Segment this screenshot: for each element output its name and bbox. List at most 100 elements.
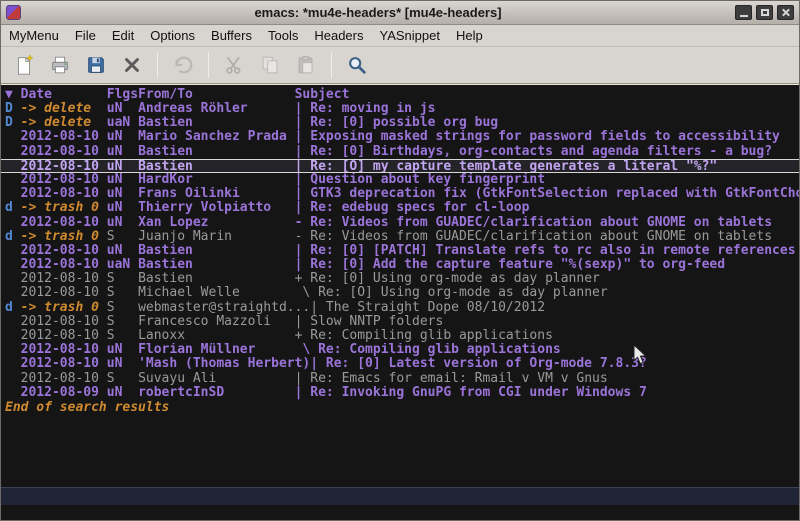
column-flags-label: Flgs [107,87,138,102]
cut-button[interactable] [219,50,249,80]
message-subject: | Question about key fingerprint [295,173,545,187]
menu-item-edit[interactable]: Edit [104,26,142,45]
message-mark: D [5,116,21,130]
message-row[interactable]: d -> trash 0 S Juanjo Marin - Re: Videos… [1,230,799,244]
message-row[interactable]: d -> trash 0 uN Thierry Volpiatto | Re: … [1,201,799,215]
message-from: Suvayu Ali [138,372,295,386]
message-row[interactable]: 2012-08-10 S Michael Welle \ Re: [O] Usi… [1,286,799,300]
new-file-icon [13,54,35,76]
close-button[interactable] [117,50,147,80]
message-row[interactable]: 2012-08-10 S Francesco Mazzoli | Slow NN… [1,315,799,329]
message-mark [5,173,21,187]
message-subject: + Re: [0] Using org-mode as day planner [295,272,600,286]
menu-item-buffers[interactable]: Buffers [203,26,260,45]
message-subject: | Re: Emacs for email: Rmail v VM v Gnus [295,372,608,386]
message-flags: S [107,230,138,244]
title-bar[interactable]: emacs: *mu4e-headers* [mu4e-headers] [1,1,799,25]
message-flags: uN [107,102,138,116]
message-row[interactable]: 2012-08-10 S Bastien + Re: [0] Using org… [1,272,799,286]
toolbar-separator [208,52,209,78]
print-button[interactable] [45,50,75,80]
message-row[interactable]: 2012-08-10 S Suvayu Ali | Re: Emacs for … [1,372,799,386]
message-row[interactable]: 2012-08-10 uN Bastien | Re: [0] Birthday… [1,145,799,159]
message-flags: uN [107,244,138,258]
message-from: webmaster@straightd... [138,301,310,315]
menu-item-help[interactable]: Help [448,26,491,45]
message-row[interactable]: 2012-08-10 uN Florian Müllner \ Re: Comp… [1,343,799,357]
message-row[interactable]: 2012-08-10 uN Mario Sanchez Prada | Expo… [1,130,799,144]
message-row[interactable]: 2012-08-10 uN Frans Oilinki | GTK3 depre… [1,187,799,201]
menu-item-tools[interactable]: Tools [260,26,306,45]
menu-item-yasnippet[interactable]: YASnippet [371,26,447,45]
message-mark [5,145,21,159]
message-date: 2012-08-10 [21,272,107,286]
message-row[interactable]: 2012-08-09 uN robertcInSD | Re: Invoking… [1,386,799,400]
window-controls [735,5,794,20]
menu-bar: MyMenuFileEditOptionsBuffersToolsHeaders… [1,25,799,47]
print-icon [49,54,71,76]
menu-item-file[interactable]: File [67,26,104,45]
maximize-icon [761,9,769,16]
message-date: 2012-08-10 [21,357,107,371]
message-from: Florian Müllner [138,343,295,357]
message-from: Bastien [138,145,295,159]
message-date: 2012-08-10 [21,329,107,343]
message-row[interactable]: 2012-08-10 S Lanoxx + Re: Compiling glib… [1,329,799,343]
message-flags: uN [107,130,138,144]
message-flags: S [107,329,138,343]
message-row[interactable]: 2012-08-10 uN Bastien | Re: [0] [PATCH] … [1,244,799,258]
message-flags: uN [107,343,138,357]
message-row[interactable]: 2012-08-10 uN HardKor | Question about k… [1,173,799,187]
message-subject: - Re: Videos from GUADEC/clarification a… [295,216,772,230]
message-flags: S [107,315,138,329]
message-from: Thierry Volpiatto [138,201,295,215]
message-row[interactable]: 2012-08-10 uaN Bastien | Re: [0] Add the… [1,258,799,272]
undo-button[interactable] [168,50,198,80]
message-mark [5,357,21,371]
message-flags: S [107,286,138,300]
message-flags: S [107,272,138,286]
message-flags: uaN [107,258,138,272]
save-button[interactable] [81,50,111,80]
menu-item-options[interactable]: Options [142,26,203,45]
mode-line[interactable]: *mu4e-headers* ( 5, 0) [All/2.0k] [mu4e-… [1,487,799,505]
message-row[interactable]: 2012-08-10 uN 'Mash (Thomas Herbert)| Re… [1,357,799,371]
paste-icon [295,54,317,76]
echo-area[interactable] [1,505,799,521]
message-row[interactable]: d -> trash 0 S webmaster@straightd...| T… [1,301,799,315]
message-mark [5,272,21,286]
message-mark [5,216,21,230]
message-mark: d [5,201,21,215]
message-flags: uN [107,173,138,187]
message-from: Andreas Röhler [138,102,295,116]
message-date: 2012-08-10 [21,286,107,300]
message-row[interactable]: 2012-08-10 uN Bastien | Re: [O] my captu… [1,159,799,173]
close-window-button[interactable] [777,5,794,20]
message-row[interactable]: 2012-08-10 uN Xan Lopez - Re: Videos fro… [1,216,799,230]
copy-button[interactable] [255,50,285,80]
message-date: 2012-08-10 [21,244,107,258]
search-button[interactable] [342,50,372,80]
new-file-button[interactable] [9,50,39,80]
minimize-window-button[interactable] [735,5,752,20]
toolbar-separator [331,52,332,78]
message-row[interactable]: D -> delete uN Andreas Röhler | Re: movi… [1,102,799,116]
message-mark [5,258,21,272]
message-date: 2012-08-10 [21,258,107,272]
message-flags: uN [107,216,138,230]
message-date: 2012-08-10 [21,145,107,159]
message-date: -> delete [21,116,107,130]
paste-button[interactable] [291,50,321,80]
menu-item-mymenu[interactable]: MyMenu [1,26,67,45]
window-title: emacs: *mu4e-headers* [mu4e-headers] [21,5,735,20]
message-flags: uN [107,386,138,400]
message-date: -> trash 0 [21,301,107,315]
message-flags: uaN [107,116,138,130]
message-row[interactable]: D -> delete uaN Bastien | Re: [0] possib… [1,116,799,130]
maximize-window-button[interactable] [756,5,773,20]
minimize-icon [740,15,748,17]
menu-item-headers[interactable]: Headers [306,26,371,45]
message-mark: d [5,301,21,315]
message-subject: | Re: edebug specs for cl-loop [295,201,530,215]
buffer-area[interactable]: ▼ Date FlgsFrom/To Subject D -> delete u… [1,84,799,521]
